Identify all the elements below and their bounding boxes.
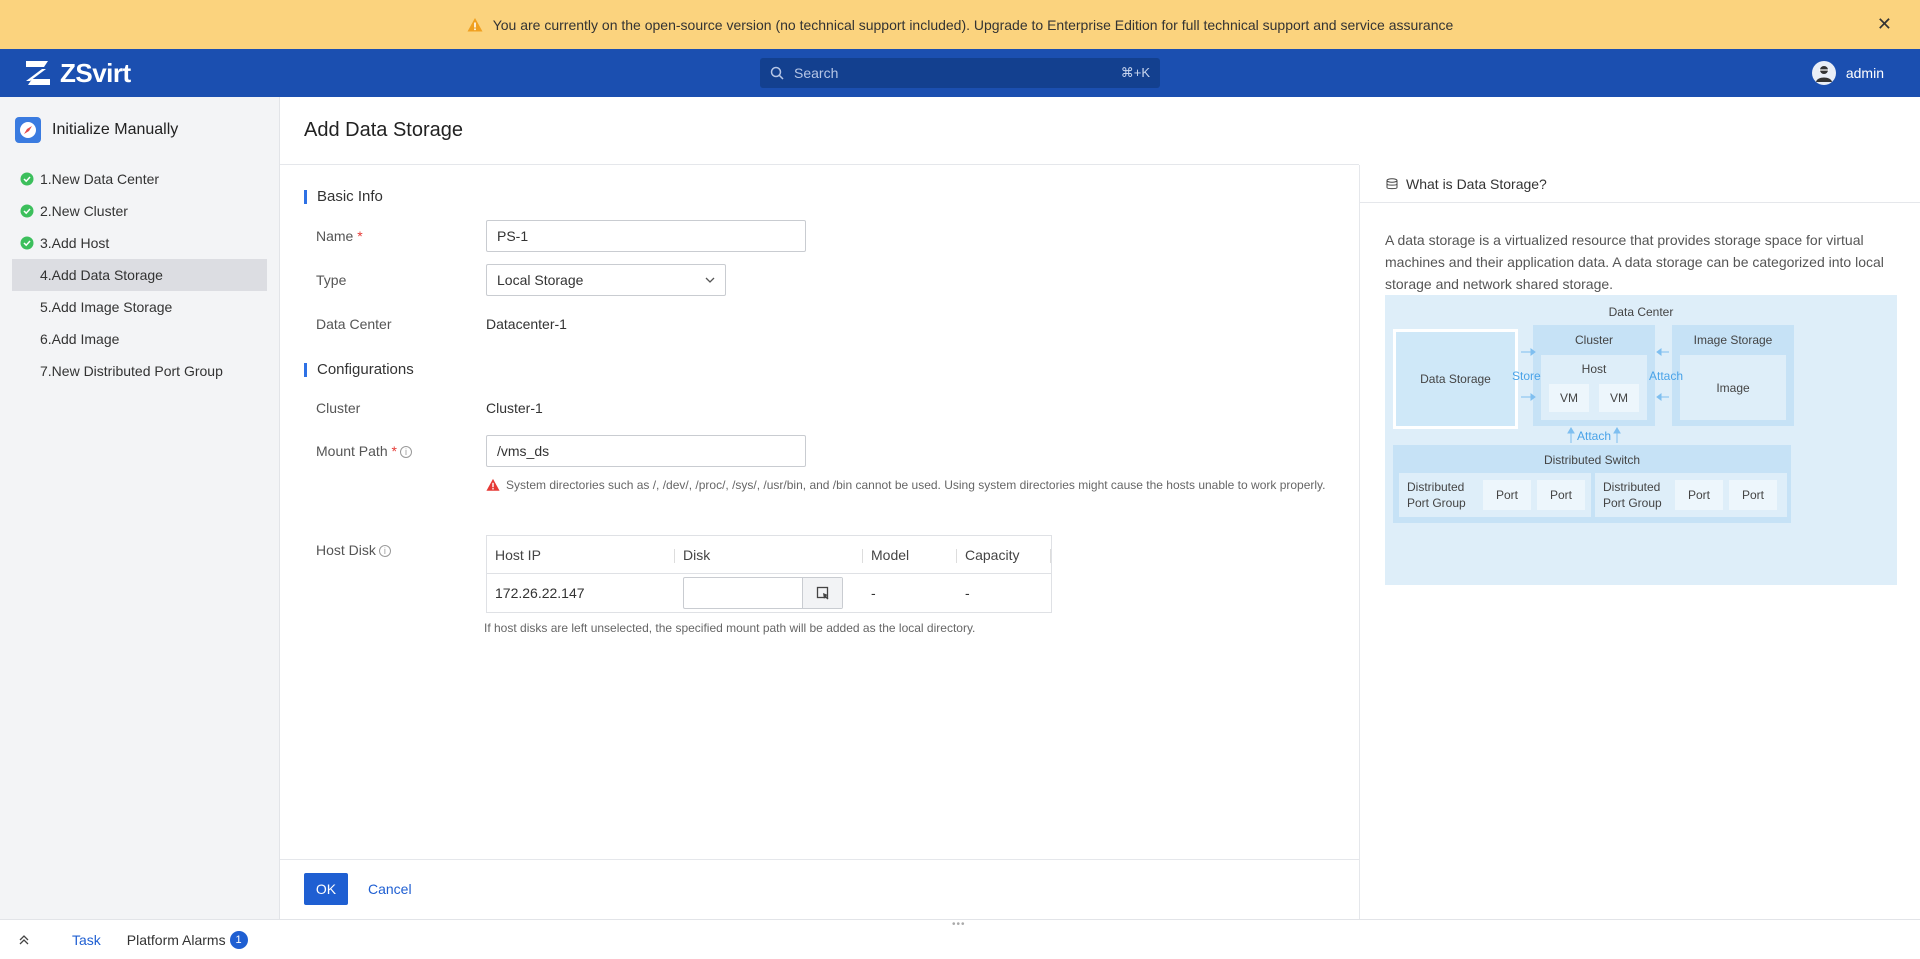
wizard-step-3[interactable]: 3.Add Host	[12, 227, 267, 259]
section-configurations: Configurations	[304, 362, 414, 377]
column-header-capacity[interactable]: Capacity	[957, 547, 1051, 563]
wizard-steps: 1.New Data Center 2.New Cluster 3.Add Host…	[0, 163, 279, 387]
platform-alarms-label: Platform Alarms	[126, 931, 226, 948]
upgrade-banner: You are currently on the open-source ver…	[0, 0, 1920, 49]
cluster-label: Cluster	[316, 400, 361, 416]
diagram-port: Port	[1483, 480, 1531, 510]
cancel-button[interactable]: Cancel	[368, 873, 412, 905]
search-placeholder: Search	[794, 65, 839, 81]
host-disk-hint: If host disks are left unselected, the s…	[484, 621, 976, 635]
database-icon	[1386, 177, 1398, 189]
help-title: What is Data Storage?	[1406, 175, 1547, 192]
wizard-step-label: 2.New Cluster	[40, 203, 128, 219]
chevron-down-icon	[705, 277, 715, 283]
diagram-port: Port	[1729, 480, 1777, 510]
check-circle-icon	[20, 204, 34, 218]
name-input[interactable]	[486, 220, 806, 252]
wizard-title: Initialize Manually	[52, 121, 179, 138]
diagram-port-group-2-label: Distributed Port Group	[1603, 480, 1662, 510]
name-label: Name *	[316, 228, 363, 244]
capacity-cell: -	[965, 585, 970, 601]
close-icon[interactable]: ✕	[1877, 15, 1892, 33]
help-description: A data storage is a virtualized resource…	[1385, 232, 1884, 292]
wizard-step-4[interactable]: 4.Add Data Storage	[12, 259, 267, 291]
diagram-port: Port	[1537, 480, 1585, 510]
wizard-step-5[interactable]: 5.Add Image Storage	[12, 291, 267, 323]
wizard-step-label: 4.Add Data Storage	[40, 267, 163, 283]
type-selected-value: Local Storage	[497, 272, 584, 288]
mount-path-input[interactable]	[486, 435, 806, 467]
section-basic-info: Basic Info	[304, 189, 383, 204]
diagram-distributed-switch-label: Distributed Switch	[1543, 453, 1641, 467]
check-circle-icon	[20, 172, 34, 186]
zsvirt-logo-icon	[26, 61, 50, 85]
wizard-sidebar: Initialize Manually 1.New Data Center 2.N…	[0, 97, 280, 919]
wizard-step-1[interactable]: 1.New Data Center	[12, 163, 267, 195]
alarm-count-badge: 1	[229, 930, 248, 949]
diagram-port-group-1-label: Distributed Port Group	[1407, 480, 1466, 510]
mount-path-label: Mount Path * i	[316, 443, 412, 459]
compass-icon	[15, 117, 41, 143]
wizard-step-label: 6.Add Image	[40, 331, 120, 347]
user-avatar-icon	[1815, 66, 1832, 82]
column-header-model[interactable]: Model	[863, 547, 957, 563]
type-select[interactable]: Local Storage	[486, 264, 726, 296]
host-ip-cell: 172.26.22.147	[495, 585, 585, 601]
wizard-step-7[interactable]: 7.New Distributed Port Group	[12, 355, 267, 387]
select-icon	[816, 586, 828, 600]
banner-message: You are currently on the open-source ver…	[492, 16, 1454, 33]
wizard-header: Initialize Manually	[0, 97, 279, 163]
table-header: Host IP Disk Model Capacity	[487, 536, 1051, 574]
column-header-disk[interactable]: Disk	[675, 547, 863, 563]
wizard-step-label: 5.Add Image Storage	[40, 299, 173, 315]
type-label: Type	[316, 272, 347, 288]
disk-picker[interactable]	[683, 577, 843, 609]
form-footer: OK Cancel	[280, 859, 1359, 919]
column-header-host-ip[interactable]: Host IP	[487, 547, 675, 563]
ok-button[interactable]: OK	[304, 873, 348, 905]
disk-cell	[675, 577, 863, 609]
resize-handle[interactable]: •••	[952, 920, 970, 930]
table-row: 172.26.22.147 - -	[487, 574, 1051, 612]
wizard-step-2[interactable]: 2.New Cluster	[12, 195, 267, 227]
page-title: Add Data Storage	[280, 97, 1359, 165]
brand-name: ZSvirt	[60, 57, 131, 88]
help-header: What is Data Storage?	[1360, 165, 1920, 203]
wizard-step-6[interactable]: 6.Add Image	[12, 323, 267, 355]
help-panel: What is Data Storage? A data storage is …	[1359, 165, 1920, 919]
data-storage-diagram: Data Center Data Storage Cluster Host VM…	[1385, 295, 1897, 585]
wizard-step-label: 3.Add Host	[40, 235, 110, 251]
datacenter-label: Data Center	[316, 316, 392, 332]
task-tab[interactable]: Task	[72, 932, 101, 948]
main-panel: Add Data Storage Basic Info Name * Type …	[280, 97, 1359, 919]
warning-icon	[467, 17, 483, 31]
check-circle-icon	[20, 236, 34, 250]
info-icon[interactable]: i	[399, 446, 412, 459]
brand-logo[interactable]: ZSvirt	[22, 57, 131, 89]
model-cell: -	[871, 585, 876, 601]
diagram-arrows	[1521, 348, 1669, 443]
datacenter-value: Datacenter-1	[486, 316, 567, 332]
cluster-value: Cluster-1	[486, 400, 543, 416]
platform-alarms-tab[interactable]: Platform Alarms 1	[126, 930, 248, 949]
chevron-double-up-icon[interactable]	[18, 934, 30, 946]
mount-path-warning: System directories such as /, /dev/, /pr…	[486, 475, 1326, 495]
search-shortcut: ⌘+K	[1120, 65, 1150, 80]
search-box[interactable]: Search ⌘+K	[760, 58, 1160, 88]
disk-select-button[interactable]	[802, 578, 842, 608]
diagram-port: Port	[1675, 480, 1723, 510]
warning-icon	[486, 478, 500, 491]
host-disk-table: Host IP Disk Model Capacity 172.26.22.14…	[486, 535, 1052, 613]
warning-text: System directories such as /, /dev/, /pr…	[506, 478, 1326, 492]
username: admin	[1845, 65, 1884, 81]
search-icon	[770, 66, 784, 80]
top-navbar: ZSvirt Search ⌘+K admin	[0, 49, 1920, 97]
wizard-step-label: 7.New Distributed Port Group	[40, 363, 223, 379]
wizard-step-label: 1.New Data Center	[40, 171, 160, 187]
info-icon[interactable]: i	[378, 545, 391, 558]
host-disk-label: Host Disk i	[316, 542, 391, 558]
avatar	[1811, 61, 1836, 85]
user-menu[interactable]: admin	[1811, 61, 1884, 85]
